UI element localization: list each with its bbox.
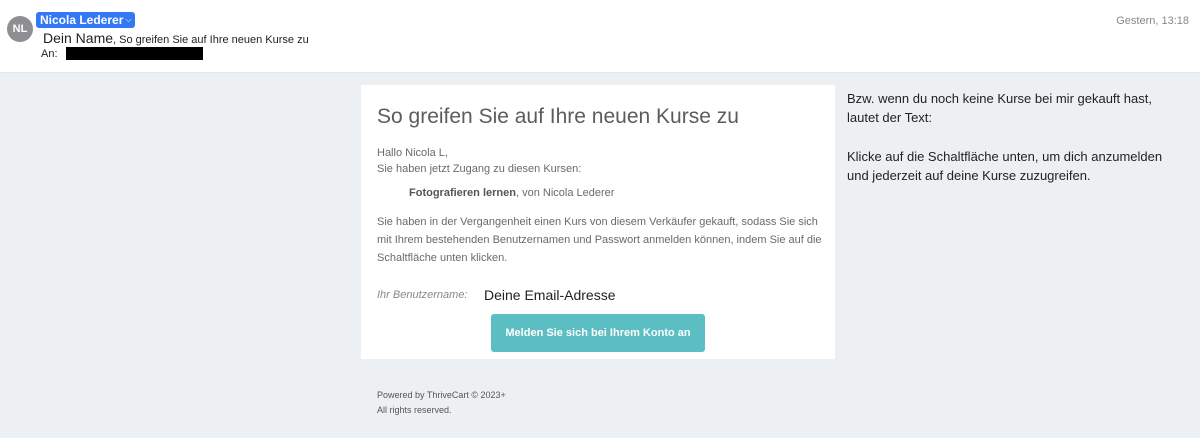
subject-name: Dein Name [43,30,114,46]
email-card: So greifen Sie auf Ihre neuen Kurse zu H… [361,85,835,359]
email-footer: Powered by ThriveCart © 2023+ All rights… [377,388,506,418]
course-item: Fotografieren lernen, von Nicola Lederer [409,187,614,199]
powered-by: Powered by ThriveCart © 2023+ [377,390,506,400]
subject-line: Dein Name, So greifen Sie auf Ihre neuen… [43,30,309,48]
recipient-line: An: [41,47,203,60]
side-note-line-1: Bzw. wenn du noch keine Kurse bei mir ge… [847,91,1152,125]
side-note-line-2: Klicke auf die Schaltfläche unten, um di… [847,149,1163,183]
greeting: Hallo Nicola L, [377,147,448,159]
mail-date: Gestern, 13:18 [1116,15,1189,27]
course-name: Fotografieren lernen [409,187,516,199]
login-button[interactable]: Melden Sie sich bei Ihrem Konto an [491,314,705,352]
email-title: So greifen Sie auf Ihre neuen Kurse zu [377,105,739,128]
intro-text: Sie haben jetzt Zugang zu diesen Kursen: [377,163,582,175]
chevron-down-icon: ⌵ [125,15,132,24]
sender-chip[interactable]: Nicola Lederer ⌵ [36,12,136,28]
mail-header: NL Nicola Lederer ⌵ Dein Name, So greife… [0,0,1200,73]
info-paragraph: Sie haben in der Vergangenheit einen Kur… [377,216,822,264]
sender-name: Nicola Lederer [40,13,124,27]
course-author: , von Nicola Lederer [515,187,615,199]
greeting-block: Hallo Nicola L, Sie haben jetzt Zugang z… [377,145,581,177]
side-note: Bzw. wenn du noch keine Kurse bei mir ge… [847,89,1187,205]
username-label: Ihr Benutzername: [377,289,468,301]
to-label: An: [41,47,58,60]
username-value: Deine Email-Adresse [484,287,616,303]
subject-text: , So greifen Sie auf Ihre neuen Kurse zu [113,34,309,46]
avatar: NL [7,16,33,42]
rights-text: All rights reserved. [377,405,452,415]
redacted-recipient [65,47,203,60]
